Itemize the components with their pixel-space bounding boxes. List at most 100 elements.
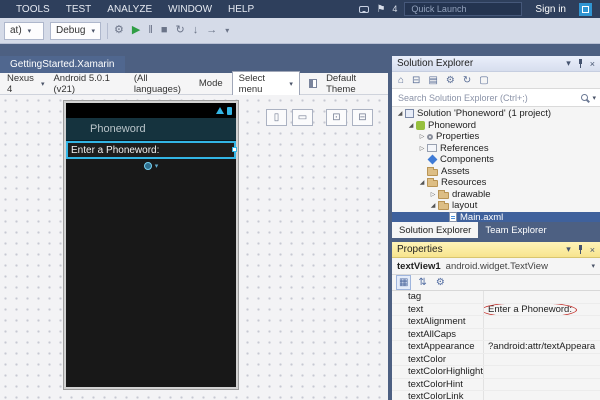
toolbar-overflow-icon[interactable]: ▾: [225, 27, 229, 35]
chevron-down-icon[interactable]: ▾: [155, 162, 159, 170]
close-icon[interactable]: ×: [590, 59, 595, 69]
property-row-textalignment[interactable]: textAlignment: [392, 316, 600, 329]
tree-item-solution[interactable]: ◢ Solution 'Phoneword' (1 project): [392, 108, 600, 120]
expander-icon[interactable]: ◢: [428, 202, 438, 209]
expander-icon[interactable]: ◢: [406, 122, 416, 129]
pin-icon[interactable]: [577, 245, 584, 254]
solution-search-input[interactable]: [396, 92, 577, 104]
tool-window-tabs: Solution Explorer Team Explorer: [392, 222, 600, 238]
step-over-icon[interactable]: →: [206, 25, 217, 36]
selected-object-dropdown[interactable]: textView1 android.widget.TextView ▾: [392, 258, 600, 275]
property-row-text[interactable]: text Enter a Phoneword:: [392, 304, 600, 317]
expander-icon[interactable]: ◢: [417, 179, 427, 186]
chevron-down-icon[interactable]: ▾: [592, 94, 596, 102]
home-icon[interactable]: ⌂: [398, 75, 404, 86]
design-surface[interactable]: ▯ ▭ ⊡ ⊟ Phoneword Enter a Phoneword:: [0, 95, 388, 400]
language-dropdown[interactable]: (All languages): [134, 73, 190, 95]
document-tab[interactable]: GettingStarted.Xamarin: [0, 56, 125, 73]
property-row-textcolorlink[interactable]: textColorLink: [392, 391, 600, 400]
property-value[interactable]: [484, 329, 600, 341]
anchor-dot-icon[interactable]: [144, 162, 152, 170]
resize-handle[interactable]: [232, 147, 237, 152]
property-row-tag[interactable]: tag: [392, 291, 600, 304]
window-menu-icon[interactable]: ▾: [566, 244, 571, 255]
android-version-dropdown[interactable]: Android 5.0.1 (v21): [53, 73, 124, 95]
portrait-icon[interactable]: ▯: [266, 109, 287, 126]
stop-icon[interactable]: ■: [161, 25, 168, 36]
menu-window[interactable]: WINDOW: [160, 4, 220, 15]
menu-analyze[interactable]: ANALYZE: [99, 4, 160, 15]
close-icon[interactable]: ×: [590, 245, 595, 255]
device-config-buttons: ▯ ▭ ⊡ ⊟: [266, 109, 373, 126]
show-all-files-icon[interactable]: ▤: [428, 75, 437, 86]
alphabetical-icon[interactable]: ⇅: [416, 276, 428, 289]
tree-item-main-axml[interactable]: Main.axml: [392, 212, 600, 223]
property-value[interactable]: [484, 354, 600, 366]
property-name: textColor: [392, 354, 484, 366]
zoom-fit-icon[interactable]: ⊡: [326, 109, 347, 126]
refresh-icon[interactable]: ↻: [463, 75, 471, 86]
select-menu-value: Select menu: [239, 73, 285, 95]
menu-test[interactable]: TEST: [58, 4, 100, 15]
property-row-textcolor[interactable]: textColor: [392, 354, 600, 367]
feedback-icon[interactable]: [579, 3, 592, 16]
collapse-all-icon[interactable]: ⊟: [412, 75, 420, 86]
break-all-icon[interactable]: ‖: [148, 25, 153, 36]
sign-in-link[interactable]: Sign in: [529, 4, 572, 15]
device-dropdown[interactable]: Nexus 4 ▾: [7, 73, 44, 95]
tree-item-label: drawable: [452, 189, 491, 200]
tab-team-explorer[interactable]: Team Explorer: [478, 222, 553, 238]
menu-help[interactable]: HELP: [220, 4, 262, 15]
tree-item-layout[interactable]: ◢ layout: [392, 200, 600, 212]
step-into-icon[interactable]: ↓: [193, 25, 199, 36]
tree-item-components[interactable]: Components: [392, 154, 600, 166]
property-value[interactable]: [484, 379, 600, 391]
selected-textview[interactable]: Enter a Phoneword:: [66, 141, 236, 159]
property-row-textappearance[interactable]: textAppearance ?android:attr/textAppeara: [392, 341, 600, 354]
solution-config-dropdown[interactable]: at) ▾: [4, 22, 44, 40]
categorized-icon[interactable]: ▦: [396, 275, 411, 290]
debug-config-dropdown[interactable]: Debug ▾: [50, 22, 101, 40]
theme-label[interactable]: Default Theme: [326, 73, 381, 95]
expander-icon[interactable]: ▷: [417, 145, 427, 152]
properties-icon[interactable]: ⚙: [446, 75, 455, 86]
landscape-icon[interactable]: ▭: [292, 109, 313, 126]
expander-icon[interactable]: ▷: [417, 133, 427, 140]
debug-config-value: Debug: [56, 25, 85, 36]
restart-icon[interactable]: ↻: [176, 25, 185, 36]
pin-icon[interactable]: [577, 59, 584, 68]
android-version-value: Android 5.0.1 (v21): [53, 73, 124, 95]
gear-icon[interactable]: ⚙: [114, 25, 124, 36]
property-value[interactable]: [484, 366, 600, 378]
zoom-100-icon[interactable]: ⊟: [352, 109, 373, 126]
expander-icon[interactable]: ▷: [428, 191, 438, 198]
property-row-textallcaps[interactable]: textAllCaps: [392, 329, 600, 342]
window-menu-icon[interactable]: ▾: [566, 58, 571, 69]
tree-item-properties[interactable]: ▷ Properties: [392, 131, 600, 143]
expander-icon[interactable]: ◢: [395, 110, 405, 117]
tree-item-references[interactable]: ▷ References: [392, 143, 600, 155]
chevron-down-icon: ▾: [28, 27, 32, 35]
menu-tools[interactable]: TOOLS: [8, 4, 58, 15]
tree-item-assets[interactable]: Assets: [392, 166, 600, 178]
search-icon[interactable]: [581, 94, 588, 101]
property-value[interactable]: [484, 316, 600, 328]
property-row-textcolorhighlight[interactable]: textColorHighlight: [392, 366, 600, 379]
quick-launch-input[interactable]: [409, 3, 517, 15]
tree-item-phoneword-project[interactable]: ◢ Phoneword: [392, 120, 600, 132]
select-menu-dropdown[interactable]: Select menu ▾: [232, 71, 300, 97]
property-value[interactable]: [484, 291, 600, 303]
tab-solution-explorer[interactable]: Solution Explorer: [392, 222, 478, 238]
start-debug-icon[interactable]: ▶: [132, 25, 140, 36]
preview-icon[interactable]: ▢: [479, 75, 488, 86]
notifications-flag-icon[interactable]: ⚑: [376, 4, 385, 15]
phone-preview: Phoneword Enter a Phoneword: ▾: [64, 101, 238, 389]
property-value[interactable]: [484, 391, 600, 400]
property-row-textcolorhint[interactable]: textColorHint: [392, 379, 600, 392]
property-pages-icon[interactable]: ⚙: [434, 276, 447, 289]
tree-item-resources[interactable]: ◢ Resources: [392, 177, 600, 189]
feedback-bubble-icon[interactable]: [359, 6, 369, 13]
property-value[interactable]: ?android:attr/textAppeara: [484, 341, 600, 353]
tree-item-drawable[interactable]: ▷ drawable: [392, 189, 600, 201]
property-value[interactable]: Enter a Phoneword:: [484, 304, 600, 316]
